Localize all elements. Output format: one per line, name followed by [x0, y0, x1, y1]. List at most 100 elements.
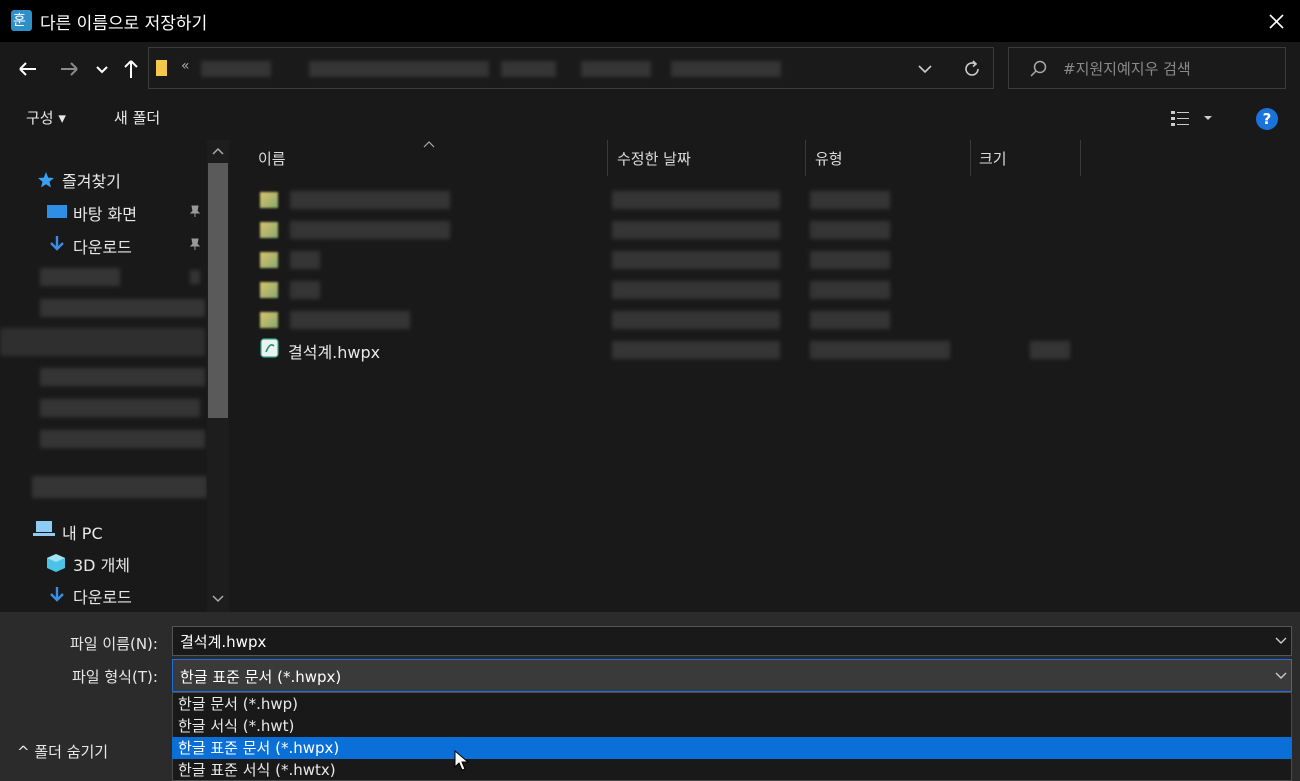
blurred-nav-entry — [40, 430, 205, 448]
mouse-cursor-icon — [454, 750, 470, 771]
list-view-icon — [1171, 111, 1212, 126]
blurred-path-segment — [581, 61, 651, 77]
column-header-name[interactable]: 이름 — [258, 148, 286, 169]
view-options-button[interactable] — [1170, 110, 1220, 132]
blurred-date — [612, 311, 780, 329]
filetype-label: 파일 형식(T): — [72, 668, 158, 686]
blurred-nav-entry — [40, 399, 200, 417]
address-overflow: « — [181, 58, 190, 74]
blurred-path-segment — [671, 61, 781, 77]
sort-ascending-icon — [423, 141, 435, 148]
column-header-type[interactable]: 유형 — [815, 148, 843, 169]
sidebar-item-downloads-pc[interactable]: 다운로드 — [73, 584, 132, 608]
blurred-date — [612, 251, 780, 269]
close-icon — [1269, 14, 1284, 29]
address-bar[interactable]: « — [148, 47, 994, 89]
blurred-file-name[interactable] — [290, 191, 450, 209]
forward-button[interactable] — [56, 55, 84, 83]
refresh-icon[interactable] — [961, 58, 983, 80]
sidebar-item-this-pc[interactable]: 내 PC — [62, 520, 103, 544]
pin-icon[interactable] — [188, 204, 202, 218]
folder-icon — [260, 222, 278, 238]
blurred-date — [612, 191, 780, 209]
blurred-type — [810, 281, 890, 299]
sidebar-item-desktop[interactable]: 바탕 화면 — [73, 201, 137, 225]
blurred-nav-entry — [32, 476, 207, 498]
cube-3d-icon — [47, 554, 65, 572]
arrow-right-icon — [61, 62, 78, 76]
filename-input[interactable] — [172, 626, 1292, 656]
column-header-size[interactable]: 크기 — [979, 148, 1007, 169]
hide-folders-button[interactable]: ^ 폴더 숨기기 — [17, 741, 108, 762]
search-icon — [1030, 60, 1047, 77]
download-icon — [50, 236, 64, 251]
back-button[interactable] — [14, 55, 42, 83]
chevron-down-icon[interactable] — [1273, 669, 1289, 683]
filetype-option[interactable]: 한글 표준 서식 (*.hwtx) — [172, 759, 1292, 781]
desktop-icon — [47, 205, 67, 218]
column-divider[interactable] — [805, 140, 806, 176]
file-list-pane — [230, 140, 1300, 612]
filename-label: 파일 이름(N): — [70, 635, 158, 653]
blurred-type — [810, 341, 950, 359]
blurred-nav-entry — [0, 328, 205, 356]
blurred-path-segment — [309, 61, 489, 77]
sidebar-item-downloads[interactable]: 다운로드 — [73, 234, 132, 258]
blurred-nav-entry — [40, 299, 205, 317]
blurred-nav-entry — [190, 270, 200, 284]
folder-icon — [260, 282, 278, 298]
chevron-down-icon[interactable] — [915, 60, 935, 78]
blurred-file-name[interactable] — [290, 251, 320, 269]
filetype-option-selected[interactable]: 한글 표준 문서 (*.hwpx) — [172, 737, 1292, 759]
hwpx-file-icon — [260, 338, 279, 358]
blurred-file-name[interactable] — [290, 311, 410, 329]
column-divider[interactable] — [970, 140, 971, 176]
help-icon[interactable]: ? — [1256, 108, 1278, 130]
search-placeholder: #지원지예지우 검색 — [1063, 60, 1191, 78]
filetype-option[interactable]: 한글 서식 (*.hwt) — [172, 715, 1292, 737]
folder-icon — [260, 192, 278, 208]
new-folder-button[interactable]: 새 폴더 — [114, 107, 160, 128]
blurred-path-segment — [501, 61, 556, 77]
blurred-path-segment — [201, 61, 271, 77]
blurred-type — [810, 221, 890, 239]
blurred-type — [810, 311, 890, 329]
computer-icon — [33, 521, 55, 536]
pin-icon[interactable] — [188, 237, 202, 251]
blurred-file-name[interactable] — [290, 221, 450, 239]
recent-locations-button[interactable] — [92, 55, 112, 83]
scroll-down-icon[interactable] — [210, 592, 226, 606]
folder-icon — [156, 60, 167, 76]
arrow-up-icon — [124, 60, 138, 78]
organize-button[interactable]: 구성 ▾ — [26, 107, 66, 128]
column-divider[interactable] — [607, 140, 608, 176]
blurred-file-name[interactable] — [290, 281, 320, 299]
blurred-date — [612, 281, 780, 299]
nav-scrollbar-thumb[interactable] — [208, 163, 228, 418]
star-icon — [38, 172, 54, 188]
column-divider[interactable] — [1080, 140, 1081, 176]
hancom-app-icon — [11, 10, 32, 31]
sidebar-item-3d-objects[interactable]: 3D 개체 — [73, 552, 130, 576]
folder-icon — [260, 252, 278, 268]
file-name[interactable]: 결석계.hwpx — [288, 339, 380, 363]
blurred-nav-entry — [40, 368, 205, 386]
up-button[interactable] — [117, 55, 145, 83]
blurred-date — [612, 221, 780, 239]
chevron-down-icon[interactable] — [1273, 634, 1289, 648]
filename-value: 결석계.hwpx — [180, 633, 267, 651]
command-bar — [0, 97, 1300, 140]
filetype-option[interactable]: 한글 문서 (*.hwp) — [172, 693, 1292, 715]
blurred-date — [612, 341, 780, 359]
blurred-nav-entry — [40, 268, 120, 286]
column-header-modified[interactable]: 수정한 날짜 — [617, 148, 691, 169]
arrow-left-icon — [19, 62, 36, 76]
blurred-type — [810, 191, 890, 209]
blurred-type — [810, 251, 890, 269]
folder-icon — [260, 312, 278, 328]
chevron-down-icon — [96, 66, 108, 74]
close-button[interactable] — [1258, 4, 1294, 38]
blurred-size — [1030, 341, 1070, 359]
scroll-up-icon[interactable] — [210, 144, 226, 158]
sidebar-item-favorites[interactable]: 즐겨찾기 — [62, 168, 121, 192]
